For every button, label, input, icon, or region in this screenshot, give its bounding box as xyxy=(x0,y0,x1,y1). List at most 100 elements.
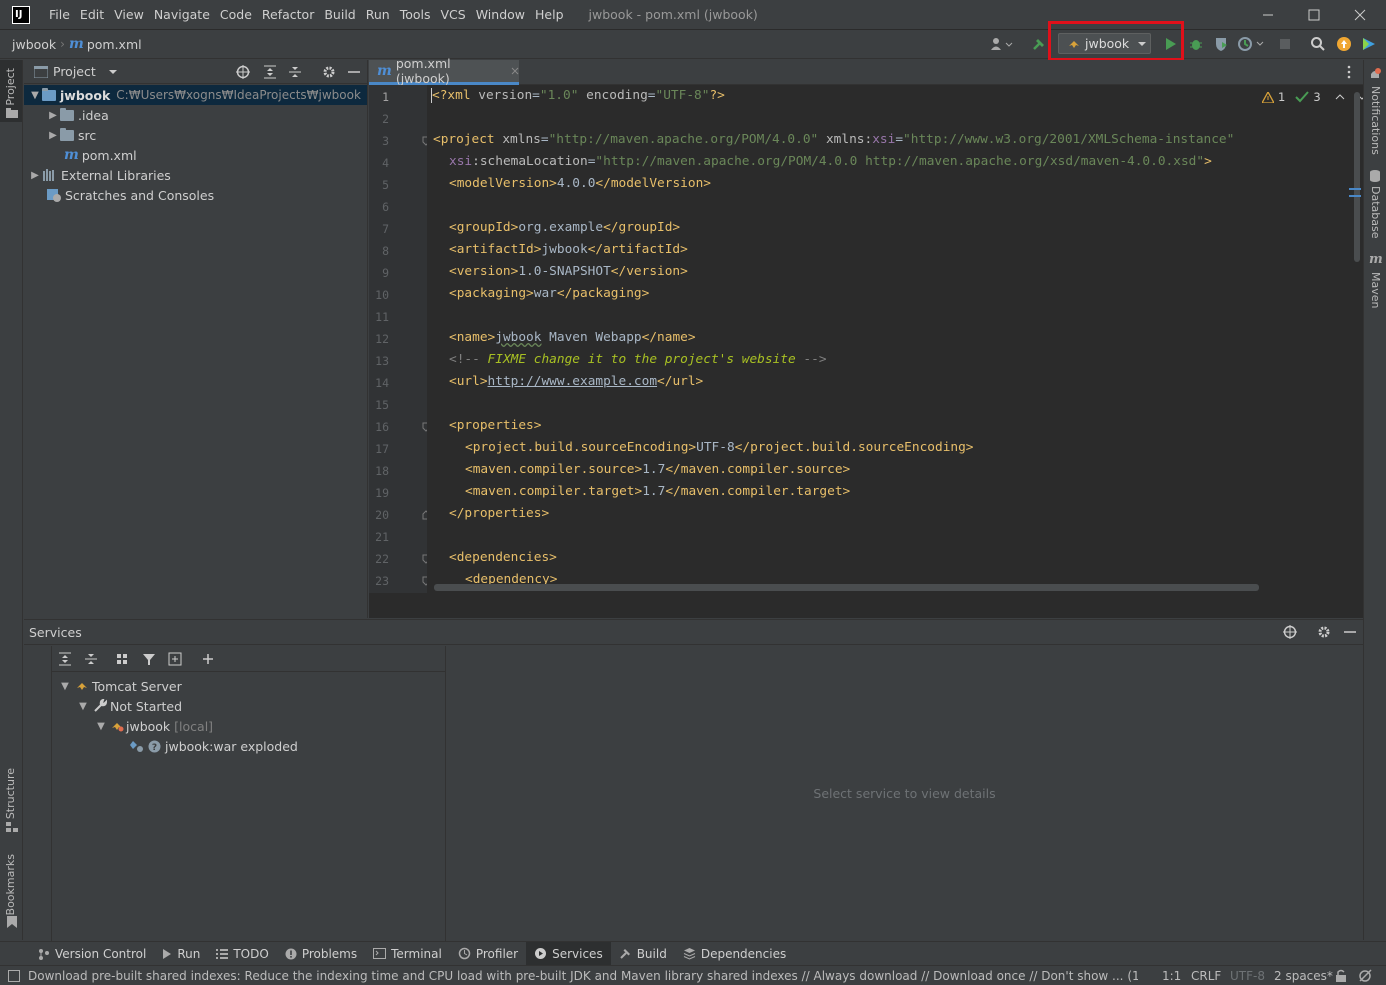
tool-version-control[interactable]: Version Control xyxy=(30,942,154,966)
service-row-jwbook[interactable]: ▼ jwbook [local] xyxy=(94,716,213,736)
chevron-up-icon[interactable] xyxy=(1335,94,1345,100)
tree-row-src[interactable]: ▶ src xyxy=(46,125,96,145)
run-with-coverage-button[interactable] xyxy=(1211,34,1231,54)
tree-row-root[interactable]: ▼ jwbook C:₩Users₩xogns₩IdeaProjects₩jwb… xyxy=(24,85,367,105)
expand-all-icon[interactable] xyxy=(263,65,277,79)
tool-problems[interactable]: Problems xyxy=(277,942,365,966)
tool-tab-structure[interactable]: Structure xyxy=(4,768,17,819)
maximize-button[interactable] xyxy=(1291,0,1337,30)
tree-row-external-libraries[interactable]: ▶ External Libraries xyxy=(28,165,171,185)
tool-build[interactable]: Build xyxy=(611,942,675,966)
menu-tools[interactable]: Tools xyxy=(395,0,436,30)
collapse-all-icon[interactable] xyxy=(84,652,98,666)
breadcrumb-file[interactable]: m pom.xml xyxy=(69,36,142,52)
code-editor[interactable]: <?xml version="1.0" encoding="UTF-8"?> <… xyxy=(427,85,1363,593)
tool-profiler[interactable]: Profiler xyxy=(450,942,526,966)
menu-refactor[interactable]: Refactor xyxy=(257,0,319,30)
debug-button[interactable] xyxy=(1186,34,1206,54)
menu-run[interactable]: Run xyxy=(361,0,395,30)
tool-dependencies-label: Dependencies xyxy=(700,946,787,961)
file-encoding[interactable]: UTF-8 xyxy=(1230,969,1265,983)
code-line-8: <artifactId>jwbook</artifactId> xyxy=(449,242,688,257)
tool-tab-project[interactable]: Project xyxy=(4,68,17,106)
run-configuration-selector[interactable]: jwbook xyxy=(1058,33,1151,54)
search-everywhere-button[interactable] xyxy=(1308,34,1328,54)
menu-code[interactable]: Code xyxy=(215,0,257,30)
minimize-button[interactable] xyxy=(1245,0,1291,30)
tool-tab-database[interactable]: Database xyxy=(1369,186,1382,239)
maven-file-icon: m xyxy=(64,147,79,163)
updates-button[interactable] xyxy=(1334,34,1354,54)
project-panel-title[interactable]: Project xyxy=(53,64,96,79)
tool-todo[interactable]: TODO xyxy=(208,942,276,966)
expand-all-icon[interactable] xyxy=(58,652,72,666)
line-separator[interactable]: CRLF xyxy=(1191,969,1221,983)
chevron-down-icon[interactable] xyxy=(108,69,118,75)
jetbrains-ai-button[interactable] xyxy=(1359,34,1379,54)
menu-build[interactable]: Build xyxy=(319,0,360,30)
more-tabs-icon[interactable] xyxy=(1347,65,1351,79)
tree-row-scratches[interactable]: Scratches and Consoles xyxy=(46,185,214,205)
line-number: 9 xyxy=(382,266,389,280)
account-button[interactable] xyxy=(988,34,1016,54)
locate-icon[interactable] xyxy=(236,65,250,79)
gear-icon[interactable] xyxy=(1317,625,1331,639)
tool-build-label: Build xyxy=(636,946,667,961)
code-line-13: <!-- FIXME change it to the project's we… xyxy=(449,352,827,367)
tool-run[interactable]: Run xyxy=(154,942,208,966)
add-service-icon[interactable] xyxy=(202,652,218,666)
filter-icon[interactable] xyxy=(142,652,156,666)
profiler-button[interactable] xyxy=(1236,34,1266,54)
maximize-icon xyxy=(1308,9,1320,21)
build-project-button[interactable] xyxy=(1029,34,1049,54)
group-by-icon[interactable] xyxy=(116,652,130,666)
scroll-marker xyxy=(1349,195,1361,197)
line-number: 17 xyxy=(375,442,389,456)
tool-terminal-label: Terminal xyxy=(391,946,442,961)
services-header: Services xyxy=(24,620,1363,645)
caret-position[interactable]: 1:1 xyxy=(1162,969,1181,983)
tool-problems-label: Problems xyxy=(301,946,358,961)
collapse-all-icon[interactable] xyxy=(288,65,302,79)
menu-help[interactable]: Help xyxy=(530,0,569,30)
service-row-artifact[interactable]: ? jwbook:war exploded xyxy=(130,736,298,756)
tool-tab-notifications[interactable]: Notifications xyxy=(1369,86,1382,155)
status-message[interactable]: Download pre-built shared indexes: Reduc… xyxy=(28,969,1138,983)
tool-tab-maven[interactable]: Maven xyxy=(1369,272,1382,308)
menu-file[interactable]: File xyxy=(44,0,75,30)
services-side-strip xyxy=(24,646,52,941)
inspector-icon[interactable] xyxy=(1358,969,1374,982)
gear-icon[interactable] xyxy=(322,65,336,79)
breadcrumb-project[interactable]: jwbook xyxy=(12,37,56,52)
hide-panel-icon[interactable] xyxy=(1344,625,1356,639)
vertical-scrollbar[interactable] xyxy=(1354,92,1360,262)
menu-vcs[interactable]: VCS xyxy=(436,0,471,30)
close-tab-icon[interactable] xyxy=(511,67,519,75)
menu-view[interactable]: View xyxy=(109,0,149,30)
stop-button[interactable] xyxy=(1275,34,1295,54)
locate-icon[interactable] xyxy=(1283,625,1297,639)
hide-panel-icon[interactable] xyxy=(348,65,360,79)
menu-navigate[interactable]: Navigate xyxy=(149,0,215,30)
tool-terminal[interactable]: Terminal xyxy=(365,942,450,966)
tree-row-idea[interactable]: ▶ .idea xyxy=(46,105,109,125)
inspection-widget[interactable]: 1 3 xyxy=(1262,90,1363,104)
tree-row-pom[interactable]: m pom.xml xyxy=(64,145,137,165)
editor-tab-pom[interactable]: m pom.xml (jwbook) xyxy=(369,56,519,86)
status-bar: Download pre-built shared indexes: Reduc… xyxy=(0,965,1386,985)
scroll-marker xyxy=(1349,188,1361,190)
service-row-tomcat[interactable]: ▼ Tomcat Server xyxy=(58,676,182,696)
tomcat-icon xyxy=(77,683,87,690)
new-tab-icon[interactable] xyxy=(168,652,184,666)
run-button[interactable] xyxy=(1160,34,1180,54)
tool-tab-bookmarks[interactable]: Bookmarks xyxy=(4,854,17,915)
close-window-button[interactable] xyxy=(1337,0,1383,30)
menu-window[interactable]: Window xyxy=(471,0,530,30)
horizontal-scrollbar[interactable] xyxy=(434,584,1259,591)
tool-services[interactable]: Services xyxy=(526,941,611,966)
menu-edit[interactable]: Edit xyxy=(75,0,109,30)
tool-dependencies[interactable]: Dependencies xyxy=(675,942,794,966)
lock-icon[interactable] xyxy=(1335,969,1347,982)
indent-setting[interactable]: 2 spaces* xyxy=(1274,969,1333,983)
service-row-not-started[interactable]: ▼ Not Started xyxy=(76,696,182,716)
